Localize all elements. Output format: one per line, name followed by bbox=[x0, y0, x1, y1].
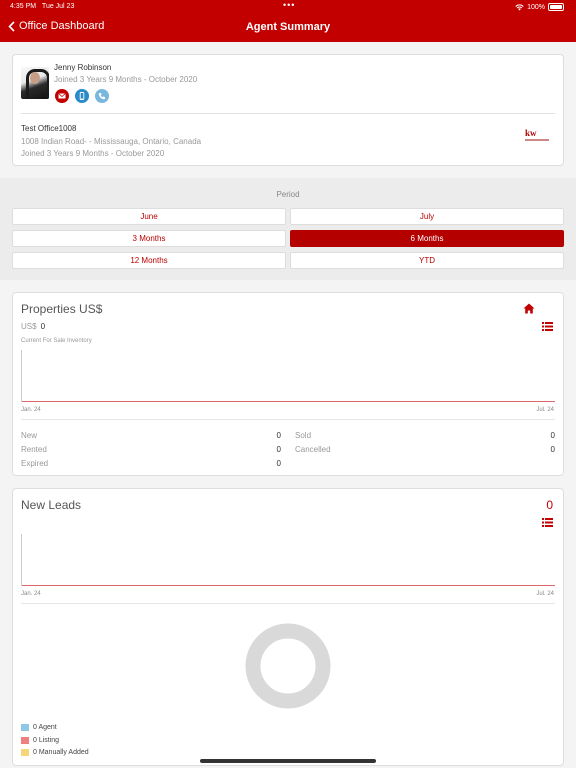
stat-sold-value: 0 bbox=[550, 431, 555, 440]
office-joined: Joined 3 Years 9 Months - October 2020 bbox=[21, 149, 165, 158]
legend-listing: 0 Listing bbox=[21, 737, 59, 744]
leads-count: 0 bbox=[546, 498, 553, 512]
x-axis-end: Jul. 24 bbox=[536, 591, 554, 597]
mail-icon bbox=[58, 93, 66, 99]
period-label: Period bbox=[276, 190, 300, 199]
list-icon[interactable] bbox=[542, 518, 553, 527]
office-address: 1008 Indian Road- - Mississauga, Ontario… bbox=[21, 137, 202, 146]
home-indicator[interactable] bbox=[200, 759, 376, 763]
leads-chart bbox=[21, 534, 555, 586]
period-section: Period June July 3 Months 6 Months 12 Mo… bbox=[0, 178, 576, 280]
period-6-months-button[interactable]: 6 Months bbox=[290, 230, 564, 247]
period-july-button[interactable]: July bbox=[290, 208, 564, 225]
mobile-phone-icon bbox=[79, 92, 85, 100]
phone-icon bbox=[98, 93, 105, 100]
battery-icon bbox=[548, 3, 564, 11]
period-ytd-button[interactable]: YTD bbox=[290, 252, 564, 269]
wifi-icon bbox=[515, 3, 524, 10]
legend-swatch bbox=[21, 749, 29, 756]
legend-swatch bbox=[21, 724, 29, 731]
page-title: Agent Summary bbox=[245, 21, 331, 33]
properties-title: Properties US$ bbox=[21, 302, 103, 316]
stat-rented-label: Rented bbox=[21, 445, 47, 454]
period-3-months-button[interactable]: 3 Months bbox=[12, 230, 286, 247]
home-icon[interactable] bbox=[523, 303, 535, 314]
divider bbox=[21, 603, 555, 604]
x-axis-start: Jan. 24 bbox=[21, 407, 41, 413]
contact-icons bbox=[55, 89, 109, 103]
x-axis-end: Jul. 24 bbox=[536, 407, 554, 413]
phone-button[interactable] bbox=[95, 89, 109, 103]
properties-value-row: US$ 0 bbox=[21, 322, 45, 331]
email-button[interactable] bbox=[55, 89, 69, 103]
kw-logo: kw bbox=[525, 129, 551, 143]
properties-value: 0 bbox=[40, 322, 46, 331]
multitask-dots[interactable]: ••• bbox=[283, 0, 295, 10]
divider bbox=[21, 419, 555, 420]
new-leads-card: New Leads 0 Jan. 24 Jul. 24 0 Agent 0 Li… bbox=[12, 488, 564, 766]
legend-manually-added: 0 Manually Added bbox=[21, 749, 89, 756]
stat-new-label: New bbox=[21, 431, 38, 440]
currency-label: US$ bbox=[21, 322, 37, 331]
stat-cancelled-label: Cancelled bbox=[295, 445, 331, 454]
legend-agent: 0 Agent bbox=[21, 724, 57, 731]
chart-baseline bbox=[22, 585, 555, 586]
legend-swatch bbox=[21, 737, 29, 744]
properties-card: Properties US$ US$ 0 Current For Sale Inv… bbox=[12, 292, 564, 476]
chart-baseline bbox=[22, 401, 555, 402]
leads-title: New Leads bbox=[21, 498, 82, 512]
battery-percent: 100% bbox=[527, 3, 545, 11]
mobile-button[interactable] bbox=[75, 89, 89, 103]
agent-card: Jenny Robinson Joined 3 Years 9 Months -… bbox=[12, 54, 564, 166]
office-name: Test Office1008 bbox=[21, 124, 77, 133]
x-axis-start: Jan. 24 bbox=[21, 591, 41, 597]
divider bbox=[21, 113, 555, 114]
period-june-button[interactable]: June bbox=[12, 208, 286, 225]
agent-joined: Joined 3 Years 9 Months - October 2020 bbox=[54, 75, 198, 84]
stat-sold-label: Sold bbox=[295, 431, 312, 440]
status-right: 100% bbox=[515, 3, 564, 11]
stat-new-value: 0 bbox=[276, 431, 281, 440]
agent-name: Jenny Robinson bbox=[54, 63, 112, 72]
period-12-months-button[interactable]: 12 Months bbox=[12, 252, 286, 269]
stat-expired-value: 0 bbox=[276, 459, 281, 468]
list-icon[interactable] bbox=[542, 322, 553, 331]
leads-donut-chart bbox=[245, 623, 331, 709]
top-bar: 4:35 PM Tue Jul 23 ••• 100% Office Dashb… bbox=[0, 0, 576, 42]
stat-cancelled-value: 0 bbox=[550, 445, 555, 454]
stat-rented-value: 0 bbox=[276, 445, 281, 454]
status-time: 4:35 PM Tue Jul 23 bbox=[10, 3, 75, 10]
avatar[interactable] bbox=[21, 67, 49, 99]
inventory-label: Current For Sale Inventory bbox=[21, 338, 92, 344]
stat-expired-label: Expired bbox=[21, 459, 49, 468]
properties-chart bbox=[21, 350, 555, 402]
